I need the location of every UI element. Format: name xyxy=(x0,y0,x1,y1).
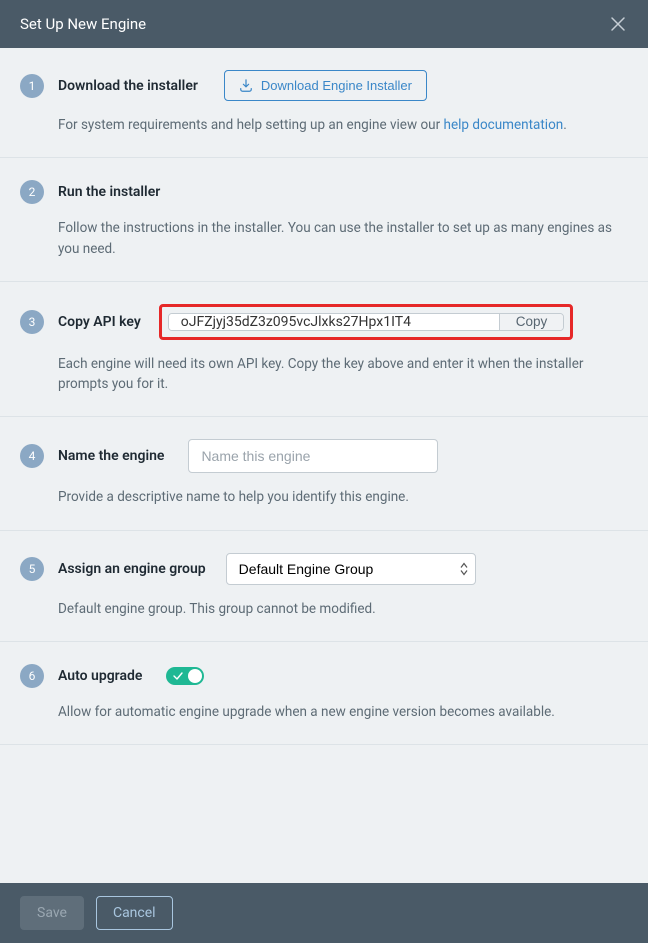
auto-upgrade-toggle[interactable] xyxy=(166,667,204,685)
step-title: Copy API key xyxy=(58,314,141,330)
close-icon xyxy=(610,16,626,32)
engine-name-input[interactable] xyxy=(188,439,438,473)
help-documentation-link[interactable]: help documentation xyxy=(444,117,564,133)
step-number-badge: 6 xyxy=(20,664,44,688)
step-title: Download the installer xyxy=(58,78,198,94)
step-auto-upgrade: 6 Auto upgrade Allow for automatic engin… xyxy=(0,642,648,745)
step-description: For system requirements and help setting… xyxy=(58,115,628,135)
engine-group-select-wrap: Default Engine Group xyxy=(226,553,476,585)
desc-text: For system requirements and help setting… xyxy=(58,117,444,133)
step-number-badge: 2 xyxy=(20,180,44,204)
api-key-field-group: Copy xyxy=(168,313,565,331)
step-run-installer: 2 Run the installer Follow the instructi… xyxy=(0,158,648,282)
save-button[interactable]: Save xyxy=(20,896,84,930)
step-number-badge: 4 xyxy=(20,444,44,468)
modal-title: Set Up New Engine xyxy=(20,15,146,33)
step-download-installer: 1 Download the installer Download Engine… xyxy=(0,48,648,158)
close-button[interactable] xyxy=(608,14,628,34)
step-name-engine: 4 Name the engine Provide a descriptive … xyxy=(0,417,648,530)
api-key-input[interactable] xyxy=(169,314,499,330)
toggle-knob xyxy=(188,669,202,683)
step-number-badge: 1 xyxy=(20,74,44,98)
cancel-button[interactable]: Cancel xyxy=(96,896,173,930)
desc-text-post: . xyxy=(563,117,567,133)
step-description: Follow the instructions in the installer… xyxy=(58,218,628,259)
download-button-label: Download Engine Installer xyxy=(261,78,412,93)
step-number-badge: 5 xyxy=(20,557,44,581)
engine-group-select[interactable]: Default Engine Group xyxy=(226,553,476,585)
step-title: Name the engine xyxy=(58,448,164,464)
step-title: Run the installer xyxy=(58,184,160,200)
step-title: Assign an engine group xyxy=(58,561,206,577)
modal-body: 1 Download the installer Download Engine… xyxy=(0,48,648,883)
step-description: Each engine will need its own API key. C… xyxy=(58,354,628,395)
download-engine-installer-button[interactable]: Download Engine Installer xyxy=(224,70,427,101)
modal-header: Set Up New Engine xyxy=(0,0,648,48)
step-copy-api-key: 3 Copy API key Copy Each engine will nee… xyxy=(0,282,648,418)
api-key-highlight: Copy xyxy=(159,304,574,340)
step-description: Allow for automatic engine upgrade when … xyxy=(58,702,628,722)
step-number-badge: 3 xyxy=(20,310,44,334)
download-icon xyxy=(239,79,253,93)
check-icon xyxy=(173,671,183,681)
setup-engine-modal: Set Up New Engine 1 Download the install… xyxy=(0,0,648,943)
step-description: Default engine group. This group cannot … xyxy=(58,599,628,619)
step-description: Provide a descriptive name to help you i… xyxy=(58,487,628,507)
modal-footer: Save Cancel xyxy=(0,883,648,943)
copy-api-key-button[interactable]: Copy xyxy=(499,314,564,330)
step-assign-engine-group: 5 Assign an engine group Default Engine … xyxy=(0,531,648,642)
step-title: Auto upgrade xyxy=(58,668,142,684)
